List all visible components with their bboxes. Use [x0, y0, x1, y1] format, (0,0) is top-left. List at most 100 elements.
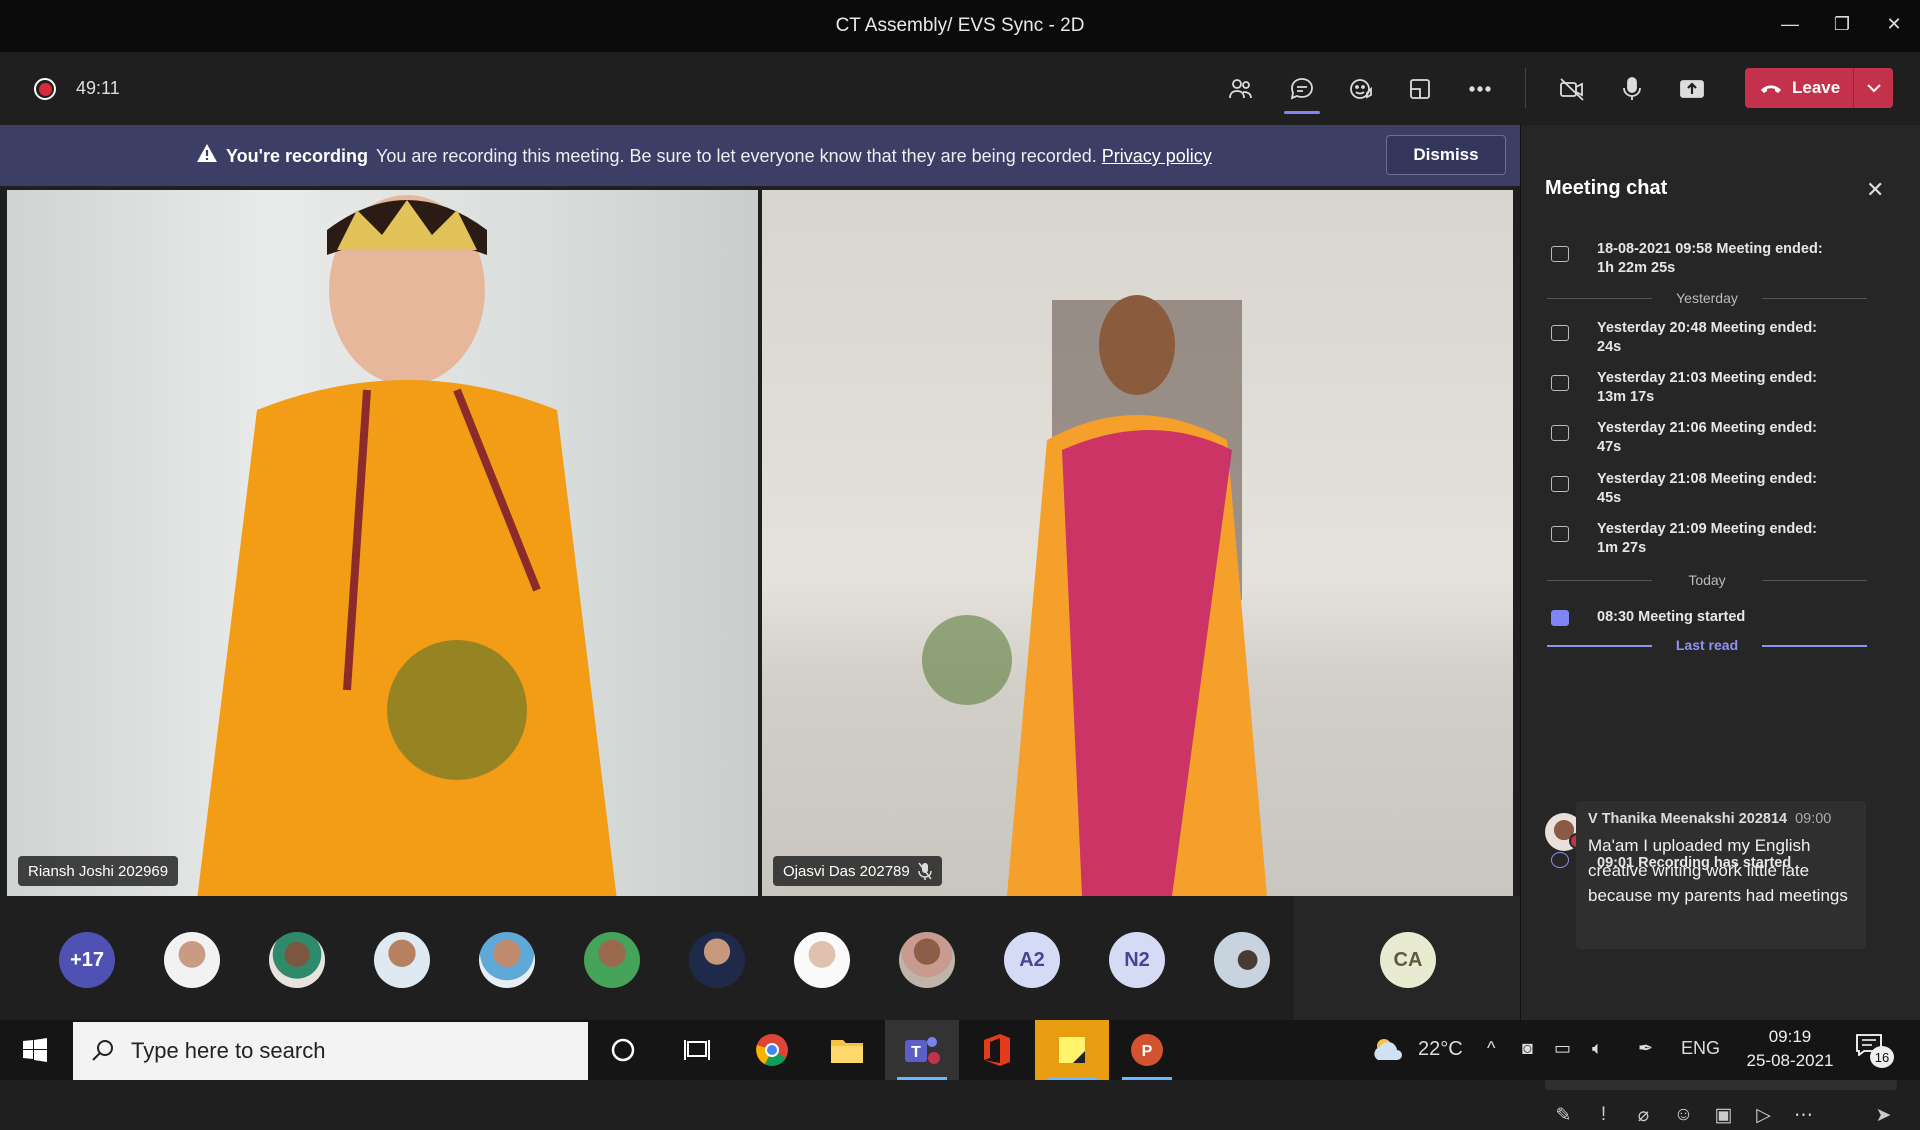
restore-button[interactable]: ❐: [1816, 0, 1868, 48]
rooms-button[interactable]: [1395, 64, 1445, 114]
participant-avatar[interactable]: [1214, 932, 1270, 988]
participant-avatar[interactable]: [899, 932, 955, 988]
meeting-icon: [1551, 246, 1569, 262]
svg-text:P: P: [1142, 1043, 1153, 1060]
taskbar: Type here to search T P 22°C ^ ◙ ▭ 🔈︎ ✒︎…: [0, 1020, 1920, 1080]
teams-icon: T: [905, 1037, 940, 1064]
mic-muted-icon: [918, 862, 932, 880]
camera-tray-icon[interactable]: ◙: [1522, 1038, 1533, 1059]
meeting-toolbar: 49:11: [0, 52, 1920, 125]
meeting-icon: [1551, 325, 1569, 341]
self-view[interactable]: CA: [1294, 896, 1520, 1020]
last-read-marker: Last read: [1547, 637, 1867, 653]
camera-off-icon: [1560, 78, 1584, 101]
meeting-icon: [1551, 425, 1569, 441]
message-header: V Thanika Meenakshi 202814 09:00: [1588, 811, 1854, 827]
cortana-icon: [611, 1038, 635, 1062]
participants-button[interactable]: [1216, 64, 1266, 114]
battery-icon[interactable]: ▭: [1554, 1038, 1571, 1059]
office-icon: [984, 1034, 1010, 1066]
start-button[interactable]: [0, 1020, 70, 1080]
sticker-icon[interactable]: ▣: [1711, 1104, 1736, 1127]
minimize-button[interactable]: —: [1764, 0, 1816, 48]
participant-avatar-initials[interactable]: N2: [1109, 932, 1165, 988]
leave-button[interactable]: Leave: [1745, 68, 1893, 108]
microphone-icon: [1623, 77, 1641, 100]
send-icon[interactable]: ➤: [1871, 1104, 1896, 1127]
recording-banner: You're recording You are recording this m…: [0, 125, 1520, 186]
date-divider: Yesterday: [1547, 290, 1867, 306]
input-language[interactable]: ENG: [1681, 1038, 1720, 1059]
more-options-icon[interactable]: ⋯: [1791, 1104, 1816, 1127]
chat-button[interactable]: [1277, 64, 1327, 114]
more-actions-button[interactable]: [1455, 64, 1505, 114]
participant-avatar[interactable]: [164, 932, 220, 988]
participant-avatar-initials[interactable]: A2: [1004, 932, 1060, 988]
search-placeholder: Type here to search: [131, 1038, 326, 1063]
participant-name-tag: Riansh Joshi 202969: [18, 856, 179, 886]
taskbar-search-box[interactable]: Type here to search: [73, 1022, 588, 1080]
video-tile-1[interactable]: Riansh Joshi 202969: [7, 190, 758, 896]
dismiss-button[interactable]: Dismiss: [1386, 135, 1506, 175]
participant-name: Riansh Joshi 202969: [28, 862, 169, 880]
reactions-button[interactable]: [1336, 64, 1386, 114]
office-app-button[interactable]: [960, 1020, 1034, 1080]
chevron-up-icon[interactable]: ^: [1487, 1038, 1495, 1059]
participant-avatar[interactable]: [689, 932, 745, 988]
meeting-icon: [1551, 526, 1569, 542]
attach-icon[interactable]: ⌀: [1631, 1104, 1656, 1127]
people-icon: [1229, 79, 1252, 99]
emoji-icon[interactable]: ☺: [1671, 1104, 1696, 1126]
participant-avatar[interactable]: [269, 932, 325, 988]
message-author: V Thanika Meenakshi 202814: [1588, 811, 1788, 827]
notification-center-button[interactable]: 16: [1856, 1034, 1894, 1068]
close-chat-button[interactable]: ✕: [1866, 177, 1884, 203]
system-clock[interactable]: 09:19 25-08-2021: [1735, 1025, 1845, 1073]
chat-icon: [1290, 78, 1313, 100]
format-icon[interactable]: ✎: [1551, 1104, 1576, 1127]
file-explorer-button[interactable]: [810, 1020, 884, 1080]
search-icon: [92, 1040, 113, 1061]
chrome-app-button[interactable]: [735, 1020, 809, 1080]
close-window-button[interactable]: ✕: [1868, 0, 1920, 48]
self-avatar: CA: [1380, 932, 1436, 988]
volume-icon[interactable]: 🔈︎: [1592, 1038, 1603, 1059]
sticky-notes-app-button[interactable]: [1035, 1020, 1109, 1080]
windows-logo-icon: [23, 1038, 47, 1062]
participant-name-tag: Ojasvi Das 202789: [773, 856, 942, 886]
privacy-policy-link[interactable]: Privacy policy: [1102, 146, 1212, 166]
participant-avatar[interactable]: [479, 932, 535, 988]
microphone-toggle-button[interactable]: [1607, 64, 1657, 114]
warning-icon: [197, 144, 217, 162]
important-icon[interactable]: !: [1591, 1104, 1616, 1126]
banner-text: You are recording this meeting. Be sure …: [375, 146, 1097, 166]
task-view-icon: [684, 1040, 710, 1060]
pen-icon[interactable]: ✒︎: [1638, 1038, 1653, 1059]
video-tile-2[interactable]: Ojasvi Das 202789: [762, 190, 1513, 896]
meeting-active-icon: [1551, 610, 1569, 626]
stream-icon[interactable]: ▷: [1751, 1104, 1776, 1127]
task-view-button[interactable]: [660, 1020, 734, 1080]
cortana-button[interactable]: [586, 1020, 660, 1080]
weather-temp[interactable]: 22°C: [1418, 1038, 1463, 1061]
banner-heading: You're recording: [226, 146, 368, 166]
window-controls: — ❐ ✕: [1764, 0, 1920, 48]
raise-hand-icon: [1350, 79, 1372, 99]
teams-app-button[interactable]: T: [885, 1020, 959, 1080]
clock-date: 25-08-2021: [1746, 1051, 1834, 1070]
title-bar: CT Assembly/ EVS Sync - 2D — ❐ ✕: [0, 0, 1920, 52]
sticky-notes-icon: [1059, 1037, 1085, 1063]
participant-avatar[interactable]: [794, 932, 850, 988]
chat-message[interactable]: V Thanika Meenakshi 202814 09:00 Ma'am I …: [1576, 801, 1866, 949]
meeting-chat-panel: Meeting chat ✕ 18-08-2021 09:58 Meeting …: [1520, 125, 1920, 1126]
more-participants-button[interactable]: +17: [59, 932, 115, 988]
participant-avatar[interactable]: [374, 932, 430, 988]
recording-indicator-icon: [34, 78, 56, 100]
leave-options-dropdown[interactable]: [1853, 68, 1893, 108]
share-content-button[interactable]: [1667, 64, 1717, 114]
participant-avatar[interactable]: [584, 932, 640, 988]
powerpoint-app-button[interactable]: P: [1110, 1020, 1184, 1080]
notification-count-badge: 16: [1870, 1046, 1894, 1068]
camera-toggle-button[interactable]: [1547, 64, 1597, 114]
leave-main[interactable]: Leave: [1745, 68, 1853, 108]
